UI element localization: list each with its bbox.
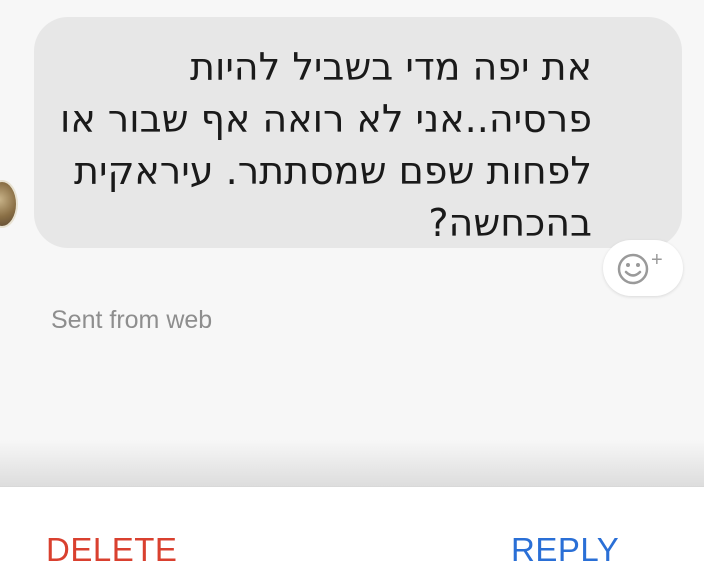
footer-divider-shadow bbox=[0, 440, 704, 486]
message-line: פרסיה..אני לא רואה אף שבור או bbox=[59, 97, 592, 141]
sender-avatar[interactable] bbox=[0, 180, 18, 228]
sent-from-label: Sent from web bbox=[51, 306, 213, 334]
message-line: את יפה מדי בשביל להיות bbox=[189, 45, 592, 89]
message-line: בהכחשה? bbox=[428, 201, 592, 245]
reply-button[interactable]: REPLY bbox=[511, 531, 619, 569]
action-bar: DELETE REPLY bbox=[0, 486, 704, 581]
add-reaction-button[interactable]: + bbox=[603, 240, 683, 296]
message-bubble: את יפה מדי בשביל להיות פרסיה..אני לא רוא… bbox=[34, 17, 682, 248]
emoji-add-icon: + bbox=[617, 250, 663, 285]
delete-button[interactable]: DELETE bbox=[46, 531, 177, 569]
message-line: לפחות שפם שמסתתר. עיראקית bbox=[73, 149, 592, 193]
plus-icon: + bbox=[651, 250, 663, 271]
message-text: את יפה מדי בשביל להיות פרסיה..אני לא רוא… bbox=[59, 41, 592, 249]
